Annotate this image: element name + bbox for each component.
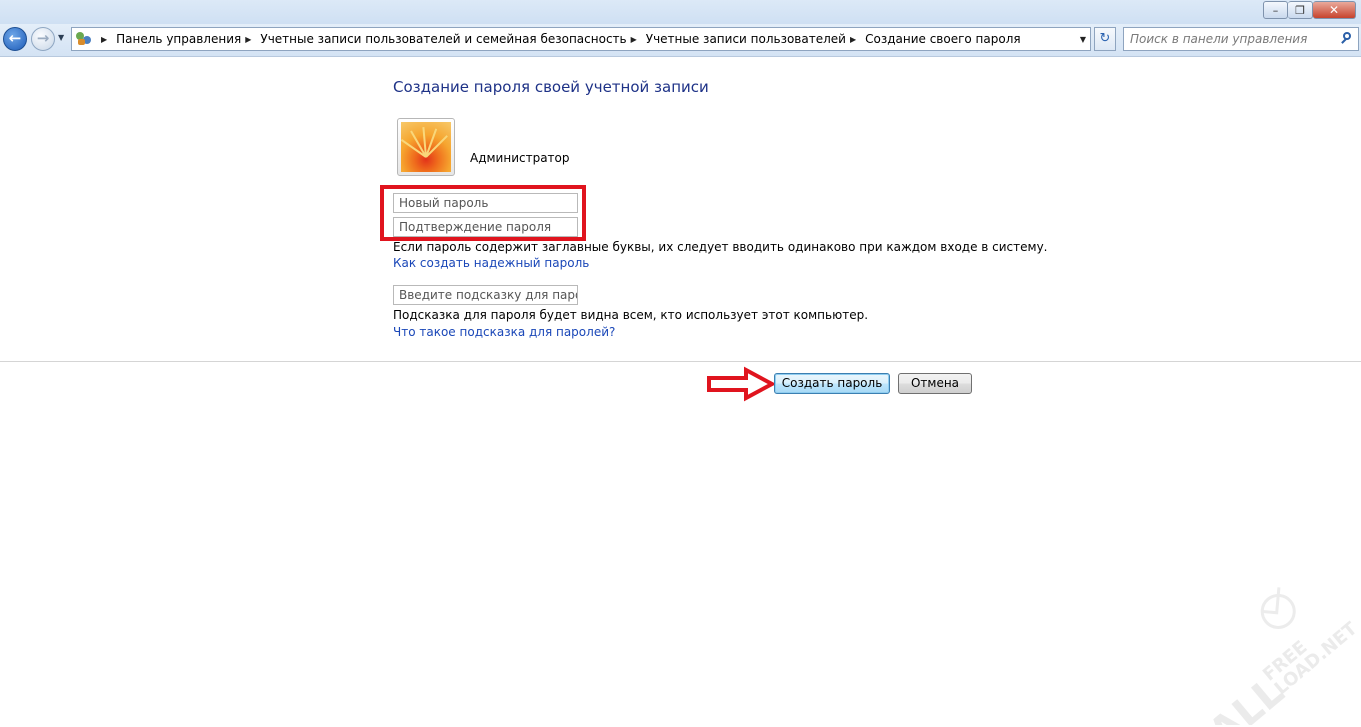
breadcrumb-separator-icon[interactable]: ▶ bbox=[850, 35, 856, 44]
back-button[interactable]: ← bbox=[3, 27, 27, 51]
flower-picture-icon bbox=[401, 122, 451, 172]
refresh-button[interactable]: ↻ bbox=[1094, 27, 1116, 51]
avatar bbox=[397, 118, 455, 176]
title-bar: – ❐ ✕ bbox=[0, 0, 1361, 24]
close-button[interactable]: ✕ bbox=[1313, 1, 1356, 19]
minimize-button[interactable]: – bbox=[1263, 1, 1288, 19]
strong-password-link[interactable]: Как создать надежный пароль bbox=[393, 256, 589, 270]
breadcrumb-control-panel[interactable]: Панель управления bbox=[116, 32, 241, 46]
divider bbox=[0, 361, 1361, 362]
search-box[interactable] bbox=[1123, 27, 1359, 51]
window-controls: – ❐ ✕ bbox=[1263, 1, 1356, 19]
password-hint-help-link[interactable]: Что такое подсказка для паролей? bbox=[393, 325, 615, 339]
password-hint-field[interactable] bbox=[393, 285, 578, 305]
breadcrumb-separator-icon[interactable]: ▶ bbox=[101, 35, 107, 44]
search-icon[interactable] bbox=[1340, 32, 1354, 46]
search-input[interactable] bbox=[1130, 29, 1335, 49]
breadcrumb-user-accounts[interactable]: Учетные записи пользователей bbox=[646, 32, 846, 46]
hint-visibility-text: Подсказка для пароля будет видна всем, к… bbox=[393, 308, 869, 322]
address-bar[interactable]: ▶ Панель управления ▶ Учетные записи пол… bbox=[71, 27, 1091, 51]
breadcrumb-user-accounts-family-safety[interactable]: Учетные записи пользователей и семейная … bbox=[260, 32, 626, 46]
confirm-password-field[interactable] bbox=[393, 217, 578, 237]
red-arrow-icon bbox=[707, 366, 776, 402]
breadcrumb-separator-icon[interactable]: ▶ bbox=[631, 35, 637, 44]
account-name: Администратор bbox=[470, 151, 570, 165]
create-password-button[interactable]: Создать пароль bbox=[774, 373, 890, 394]
navigation-bar: ← → ▼ ▶ Панель управления ▶ Учетные запи… bbox=[0, 24, 1361, 57]
forward-button[interactable]: → bbox=[31, 27, 55, 51]
cancel-button[interactable]: Отмена bbox=[898, 373, 972, 394]
breadcrumb-separator-icon[interactable]: ▶ bbox=[245, 35, 251, 44]
page-title: Создание пароля своей учетной записи bbox=[393, 78, 709, 96]
maximize-button[interactable]: ❐ bbox=[1288, 1, 1313, 19]
new-password-field[interactable] bbox=[393, 193, 578, 213]
breadcrumb-create-password[interactable]: Создание своего пароля bbox=[865, 32, 1021, 46]
address-dropdown-icon[interactable]: ▼ bbox=[1080, 35, 1086, 44]
caps-warning-text: Если пароль содержит заглавные буквы, их… bbox=[393, 240, 1048, 254]
recent-pages-dropdown-icon[interactable]: ▼ bbox=[58, 33, 64, 42]
control-panel-icon bbox=[76, 32, 92, 46]
watermark-logo: ALL FREE LOAD.NET bbox=[1200, 587, 1361, 725]
